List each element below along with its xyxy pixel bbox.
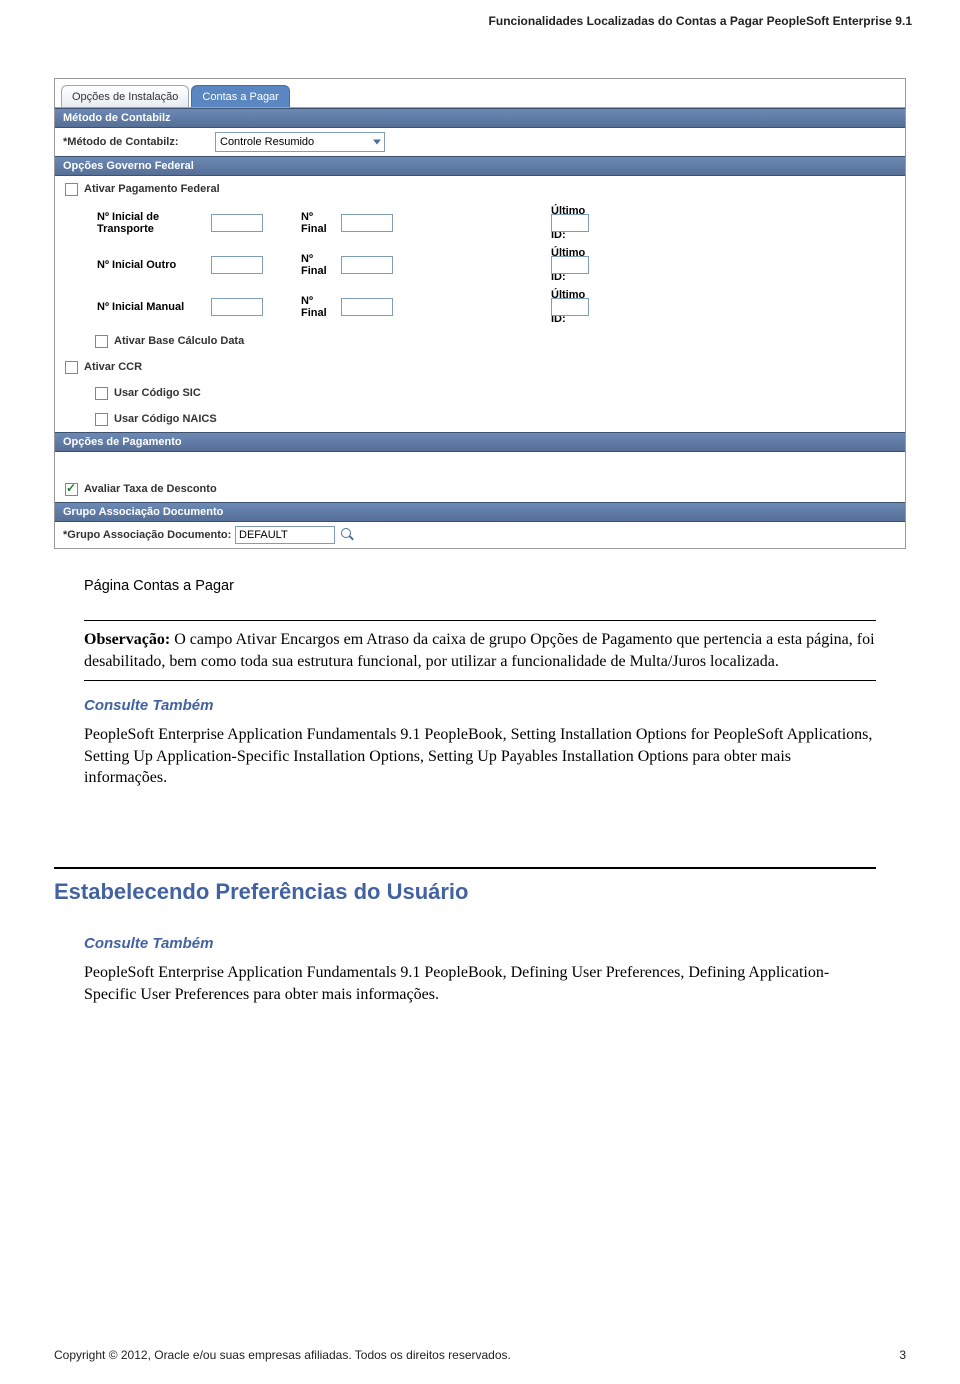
reference-text-2: PeopleSoft Enterprise Application Fundam… — [84, 962, 876, 1005]
footer-copyright: Copyright © 2012, Oracle e/ou suas empre… — [54, 1348, 511, 1362]
label-avaliar-taxa: Avaliar Taxa de Desconto — [84, 483, 217, 495]
label-metodo-contabilz: *Método de Contabilz: — [63, 136, 215, 148]
tab-opcoes-instalacao[interactable]: Opções de Instalação — [61, 85, 189, 107]
input-n-inicial-outro[interactable] — [211, 256, 263, 274]
reference-text-1: PeopleSoft Enterprise Application Fundam… — [84, 724, 876, 789]
tab-contas-a-pagar[interactable]: Contas a Pagar — [191, 85, 289, 107]
heading-preferencias-usuario: Estabelecendo Preferências do Usuário — [54, 879, 876, 905]
section-rule — [54, 867, 876, 869]
input-n-inicial-transporte[interactable] — [211, 214, 263, 232]
label-n-inicial-manual: Nº Inicial Manual — [63, 301, 211, 313]
document-body: Página Contas a Pagar Observação: O camp… — [84, 578, 876, 1005]
checkbox-ativar-ccr[interactable] — [65, 361, 78, 374]
input-ultimo-id-1[interactable] — [551, 214, 589, 232]
section-metodo-contabilz: Método de Contabilz — [55, 108, 905, 128]
label-n-inicial-transporte: Nº Inicial de Transporte — [63, 211, 211, 235]
checkbox-ativar-base-calculo[interactable] — [95, 335, 108, 348]
input-ultimo-id-2[interactable] — [551, 256, 589, 274]
select-metodo-contabilz[interactable]: Controle Resumido — [215, 132, 385, 152]
label-n-final-3: Nº Final — [271, 295, 341, 319]
row-transporte: Nº Inicial de Transporte Nº Final Último… — [55, 202, 905, 244]
label-ativar-pagamento-federal: Ativar Pagamento Federal — [84, 183, 220, 195]
label-n-final-1: Nº Final — [271, 211, 341, 235]
see-also-heading-2: Consulte Também — [84, 935, 876, 952]
input-n-final-3[interactable] — [341, 298, 393, 316]
checkbox-ativar-pagamento-federal[interactable] — [65, 183, 78, 196]
checkbox-usar-sic[interactable] — [95, 387, 108, 400]
input-n-final-1[interactable] — [341, 214, 393, 232]
label-grupo-associacao: *Grupo Associação Documento: — [63, 529, 235, 541]
running-header: Funcionalidades Localizadas do Contas a … — [489, 14, 912, 28]
label-usar-sic: Usar Código SIC — [114, 387, 201, 399]
observacao-label: Observação: — [84, 631, 170, 648]
input-ultimo-id-3[interactable] — [551, 298, 589, 316]
row-manual: Nº Inicial Manual Nº Final Último Nº ID: — [55, 286, 905, 328]
observacao-text: O campo Ativar Encargos em Atraso da cai… — [84, 631, 875, 670]
label-ultimo-id-2: Último Nº ID: — [411, 247, 551, 283]
see-also-heading-1: Consulte Também — [84, 697, 876, 714]
input-grupo-associacao[interactable] — [235, 526, 335, 544]
observacao-note: Observação: O campo Ativar Encargos em A… — [84, 625, 876, 676]
section-governo-federal: Opções Governo Federal — [55, 156, 905, 176]
row-outro: Nº Inicial Outro Nº Final Último Nº ID: — [55, 244, 905, 286]
label-n-final-2: Nº Final — [271, 253, 341, 277]
checkbox-usar-naics[interactable] — [95, 413, 108, 426]
input-n-inicial-manual[interactable] — [211, 298, 263, 316]
checkbox-avaliar-taxa[interactable] — [65, 483, 78, 496]
divider — [84, 680, 876, 681]
divider — [84, 620, 876, 621]
lookup-icon[interactable] — [341, 528, 355, 542]
label-ativar-base-calculo: Ativar Base Cálculo Data — [114, 335, 244, 347]
figure-caption: Página Contas a Pagar — [84, 578, 876, 594]
footer-page-number: 3 — [899, 1348, 906, 1362]
section-opcoes-pagamento: Opções de Pagamento — [55, 432, 905, 452]
app-screenshot: Opções de Instalação Contas a Pagar Méto… — [54, 78, 906, 549]
section-grupo-associacao: Grupo Associação Documento — [55, 502, 905, 522]
page-footer: Copyright © 2012, Oracle e/ou suas empre… — [54, 1348, 906, 1362]
label-ultimo-id-3: Último Nº ID: — [411, 289, 551, 325]
input-n-final-2[interactable] — [341, 256, 393, 274]
label-ativar-ccr: Ativar CCR — [84, 361, 142, 373]
label-usar-naics: Usar Código NAICS — [114, 413, 217, 425]
tab-strip: Opções de Instalação Contas a Pagar — [55, 79, 905, 108]
label-n-inicial-outro: Nº Inicial Outro — [63, 259, 211, 271]
label-ultimo-id-1: Último Nº ID: — [411, 205, 551, 241]
